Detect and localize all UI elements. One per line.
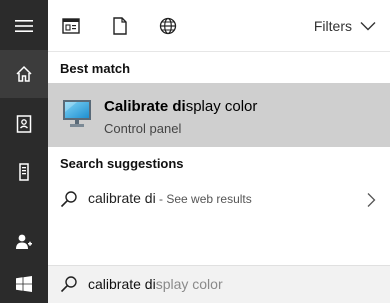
chevron-down-icon <box>360 22 376 31</box>
start-button[interactable] <box>0 260 48 308</box>
search-icon <box>60 191 77 208</box>
tower-icon <box>19 163 29 181</box>
search-box[interactable]: calibrate display color <box>48 265 390 303</box>
search-autocomplete-text: splay color <box>155 276 223 292</box>
best-match-title-typed: Calibrate di <box>104 98 186 115</box>
web-suggestion-item[interactable]: calibrate di - See web results <box>48 181 390 219</box>
suggestion-hint: - See web results <box>155 192 252 206</box>
best-match-result[interactable]: Calibrate display color Control panel <box>48 83 390 147</box>
start-rail <box>0 0 48 303</box>
best-match-subtitle: Control panel <box>104 121 182 136</box>
documents-filter-icon <box>113 17 127 35</box>
web-filter-icon <box>159 17 177 35</box>
windows-start-icon <box>16 276 32 292</box>
search-suggestions-heading: Search suggestions <box>60 156 184 171</box>
best-match-heading: Best match <box>60 61 131 76</box>
menu-button[interactable] <box>0 2 48 50</box>
suggestion-query: calibrate di <box>88 190 156 206</box>
search-panel: Filters Best match Calibrate display col… <box>48 0 390 303</box>
search-input[interactable]: calibrate display color <box>88 276 223 292</box>
tower-button[interactable] <box>0 148 48 196</box>
notebook-button[interactable] <box>0 100 48 148</box>
home-icon <box>16 65 32 82</box>
suggestion-text: calibrate di - See web results <box>88 190 252 206</box>
filters-dropdown[interactable]: Filters <box>314 16 376 36</box>
feedback-button[interactable] <box>0 218 48 266</box>
filter-bar: Filters <box>48 0 390 52</box>
feedback-person-icon <box>16 234 32 249</box>
web-filter-button[interactable] <box>157 15 179 37</box>
monitor-icon <box>63 100 91 127</box>
documents-filter-button[interactable] <box>109 15 131 37</box>
chevron-right-icon[interactable] <box>366 192 376 208</box>
home-button[interactable] <box>0 50 48 98</box>
best-match-title-rest: splay color <box>185 98 258 115</box>
notebook-icon <box>16 115 32 133</box>
best-match-title: Calibrate display color <box>104 98 257 115</box>
filters-label: Filters <box>313 18 352 34</box>
apps-filter-icon <box>62 18 80 34</box>
apps-filter-button[interactable] <box>60 15 82 37</box>
search-typed-text: calibrate di <box>88 276 156 292</box>
search-icon <box>60 276 77 293</box>
hamburger-menu-icon <box>15 20 33 32</box>
